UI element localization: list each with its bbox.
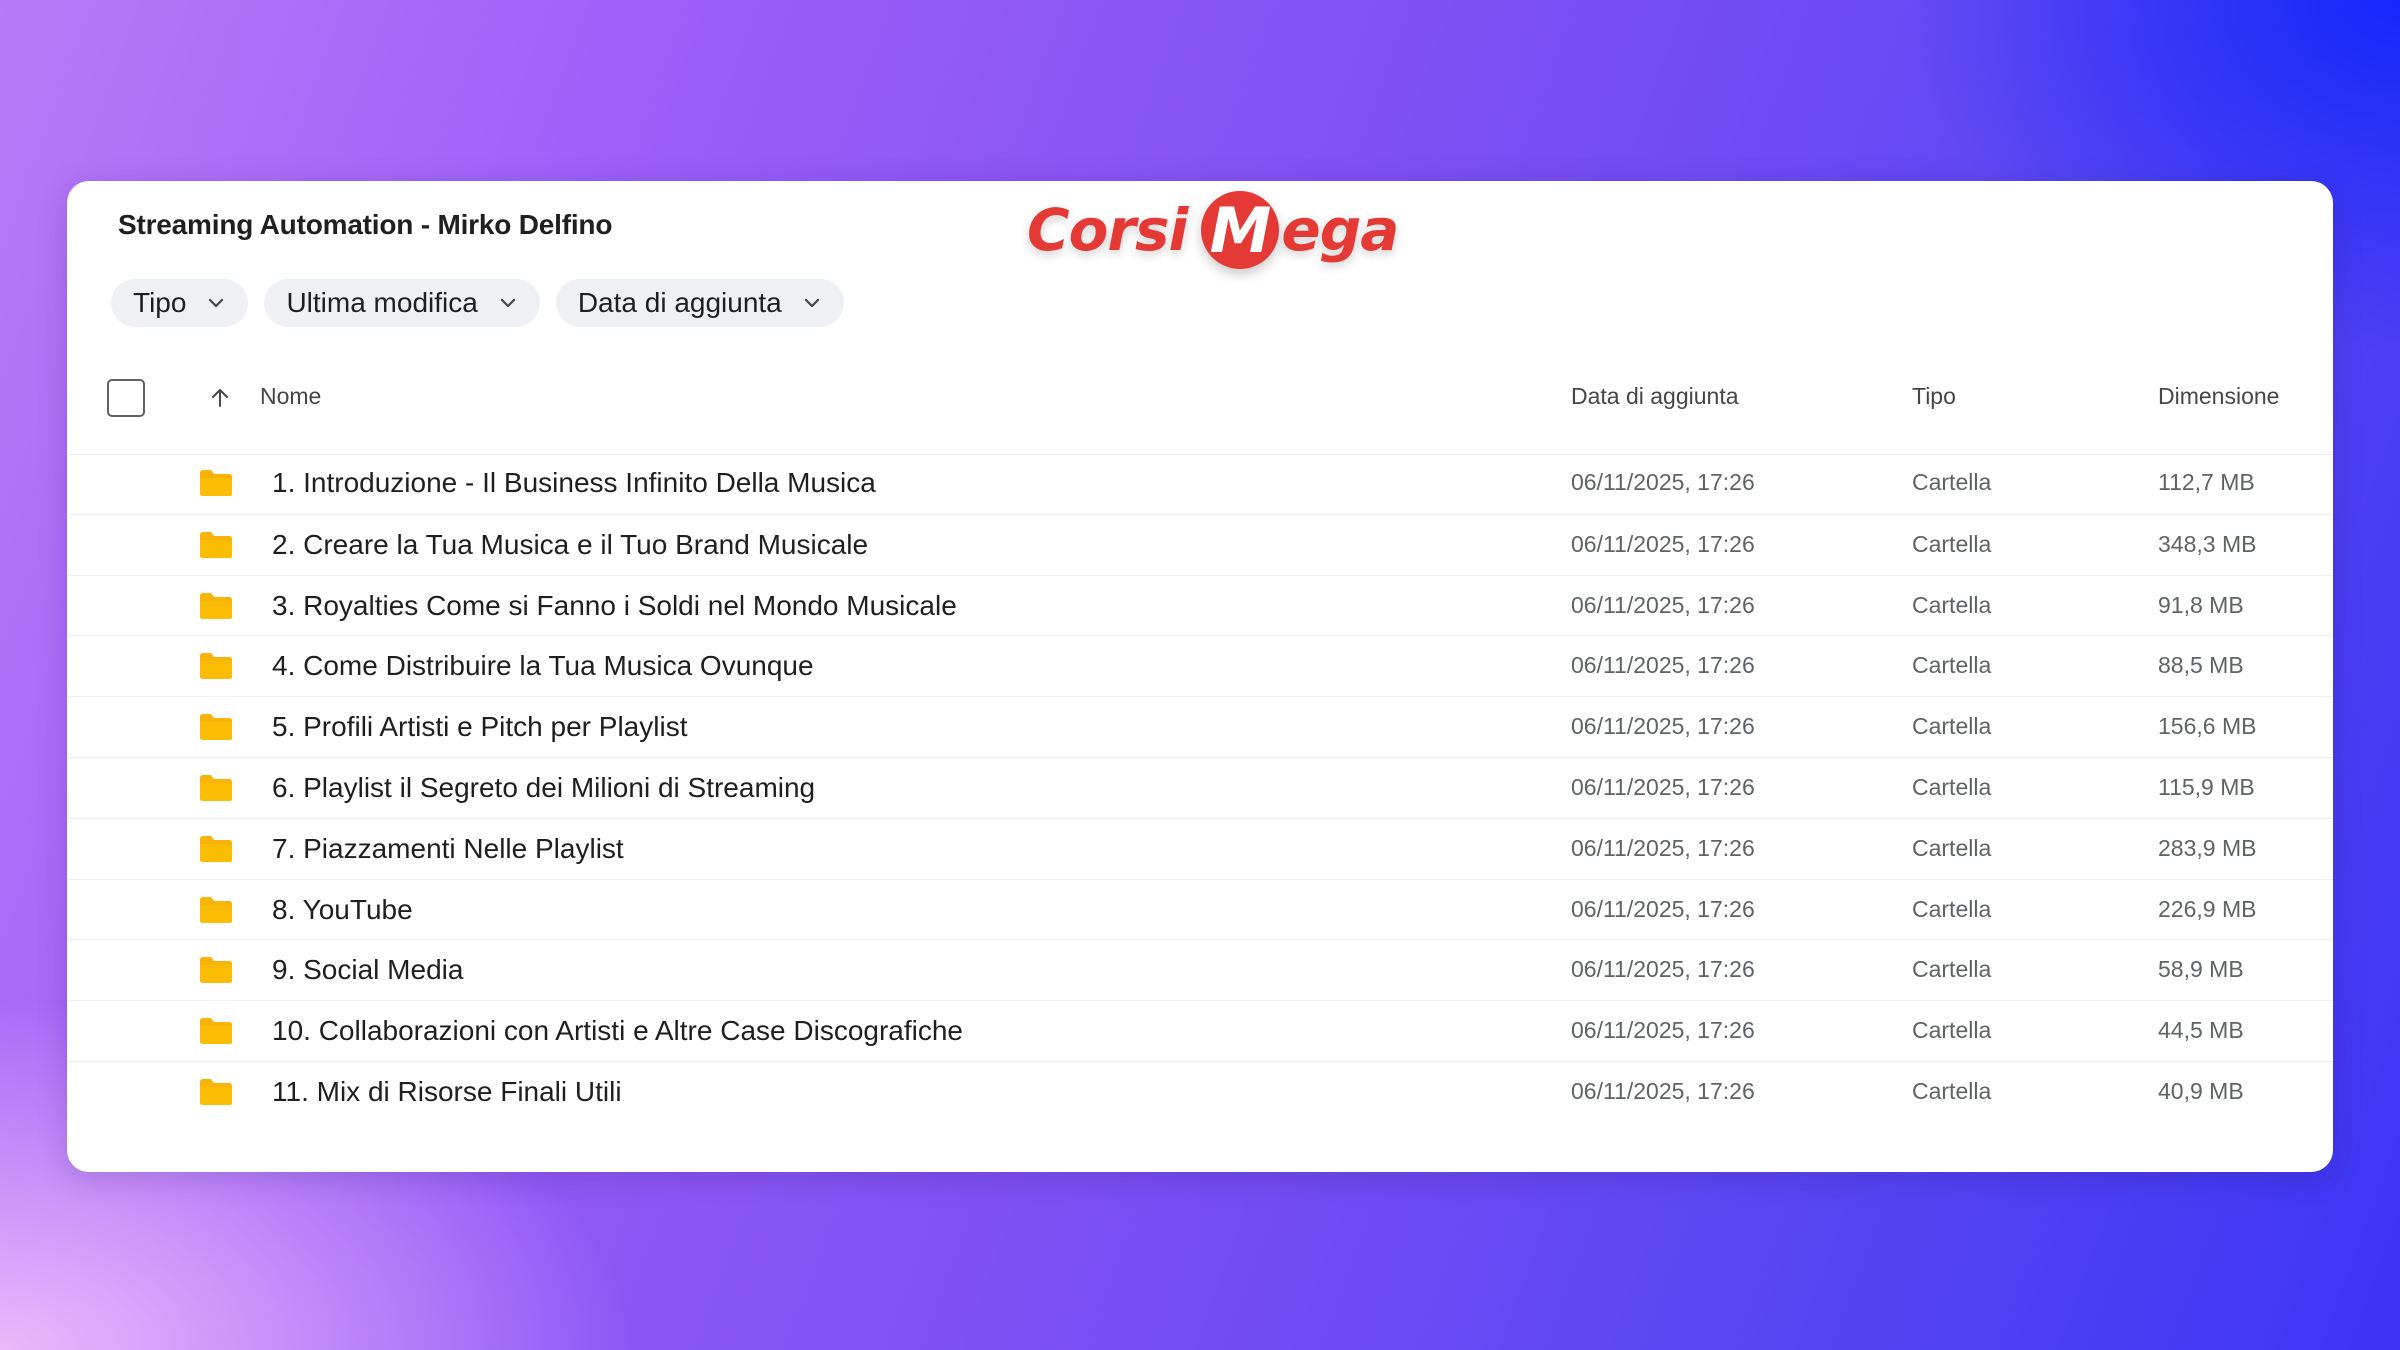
row-size: 58,9 MB — [2158, 956, 2244, 983]
folder-icon — [200, 531, 232, 558]
arrow-up-icon[interactable] — [207, 385, 233, 411]
row-size: 88,5 MB — [2158, 652, 2244, 679]
row-type: Cartella — [1912, 652, 1992, 679]
folder-icon — [200, 1078, 232, 1105]
filter-ultima-modifica-label: Ultima modifica — [286, 287, 478, 318]
row-name: 5. Profili Artisti e Pitch per Playlist — [272, 711, 688, 743]
row-name: 10. Collaborazioni con Artisti e Altre C… — [272, 1015, 964, 1047]
column-header-nome[interactable]: Nome — [260, 383, 321, 410]
row-size: 40,9 MB — [2158, 1077, 2244, 1104]
folder-icon — [200, 1018, 232, 1045]
table-row[interactable]: 4. Come Distribuire la Tua Musica Ovunqu… — [67, 635, 2333, 696]
row-size: 283,9 MB — [2158, 834, 2257, 861]
row-date-added: 06/11/2025, 17:26 — [1571, 530, 1755, 557]
row-type: Cartella — [1912, 713, 1992, 740]
column-header-data-aggiunta[interactable]: Data di aggiunta — [1571, 383, 1739, 410]
row-type: Cartella — [1912, 469, 1992, 495]
logo-word-corsi: Corsi — [1027, 196, 1188, 264]
row-size: 226,9 MB — [2158, 895, 2257, 922]
row-date-added: 06/11/2025, 17:26 — [1571, 834, 1755, 861]
folder-icon — [200, 835, 232, 862]
folder-icon — [200, 774, 232, 801]
folder-icon — [200, 896, 232, 923]
row-name: 4. Come Distribuire la Tua Musica Ovunqu… — [272, 650, 814, 682]
row-date-added: 06/11/2025, 17:26 — [1571, 591, 1755, 618]
table-row[interactable]: 7. Piazzamenti Nelle Playlist 06/11/2025… — [67, 817, 2333, 879]
row-date-added: 06/11/2025, 17:26 — [1571, 652, 1755, 679]
folder-icon — [200, 714, 232, 741]
row-size: 348,3 MB — [2158, 530, 2257, 557]
file-browser-window: Streaming Automation - Mirko Delfino Cor… — [67, 181, 2333, 1172]
filter-tipo-label: Tipo — [133, 287, 187, 318]
row-name: 9. Social Media — [272, 954, 464, 986]
row-date-added: 06/11/2025, 17:26 — [1571, 469, 1755, 495]
column-header-tipo[interactable]: Tipo — [1912, 383, 1956, 410]
folder-icon — [200, 957, 232, 984]
table-row[interactable]: 6. Playlist il Segreto dei Milioni di St… — [67, 756, 2333, 818]
page-title: Streaming Automation - Mirko Delfino — [118, 209, 613, 240]
row-name: 6. Playlist il Segreto dei Milioni di St… — [272, 771, 816, 803]
row-size: 112,7 MB — [2158, 469, 2255, 495]
row-name: 1. Introduzione - Il Business Infinito D… — [272, 467, 876, 498]
table-row[interactable]: 1. Introduzione - Il Business Infinito D… — [67, 453, 2333, 514]
row-date-added: 06/11/2025, 17:26 — [1571, 956, 1755, 983]
folder-icon — [200, 592, 232, 619]
table-row[interactable]: 5. Profili Artisti e Pitch per Playlist … — [67, 696, 2333, 757]
row-name: 11. Mix di Risorse Finali Utili — [272, 1075, 622, 1107]
file-list: 1. Introduzione - Il Business Infinito D… — [67, 453, 2333, 1122]
row-date-added: 06/11/2025, 17:26 — [1571, 713, 1755, 740]
row-date-added: 06/11/2025, 17:26 — [1571, 895, 1755, 922]
table-row[interactable]: 3. Royalties Come si Fanno i Soldi nel M… — [67, 574, 2333, 636]
row-date-added: 06/11/2025, 17:26 — [1571, 773, 1755, 800]
logo-word-ega: ega — [1281, 196, 1399, 264]
row-type: Cartella — [1912, 591, 1992, 618]
column-header-dimensione[interactable]: Dimensione — [2158, 383, 2279, 410]
logo-m-badge: M — [1201, 191, 1280, 269]
table-row[interactable]: 2. Creare la Tua Musica e il Tuo Brand M… — [67, 513, 2333, 575]
row-size: 91,8 MB — [2158, 591, 2244, 618]
chevron-down-icon — [209, 298, 224, 308]
folder-icon — [200, 653, 232, 680]
chevron-down-icon — [804, 298, 819, 308]
filter-data-aggiunta-button[interactable]: Data di aggiunta — [555, 279, 844, 327]
filter-bar: Tipo Ultima modifica Data di aggiunta — [111, 279, 844, 327]
corsi-mega-logo: Corsi M ega — [1027, 185, 1399, 275]
filter-ultima-modifica-button[interactable]: Ultima modifica — [264, 279, 540, 327]
filter-data-aggiunta-label: Data di aggiunta — [577, 287, 782, 318]
row-date-added: 06/11/2025, 17:26 — [1571, 1017, 1755, 1044]
row-type: Cartella — [1912, 956, 1992, 983]
chevron-down-icon — [500, 298, 515, 308]
table-row[interactable]: 10. Collaborazioni con Artisti e Altre C… — [67, 1000, 2333, 1061]
table-row[interactable]: 9. Social Media 06/11/2025, 17:26 Cartel… — [67, 939, 2333, 1000]
row-type: Cartella — [1912, 1017, 1992, 1044]
row-name: 3. Royalties Come si Fanno i Soldi nel M… — [272, 589, 957, 621]
row-date-added: 06/11/2025, 17:26 — [1571, 1077, 1755, 1104]
row-name: 2. Creare la Tua Musica e il Tuo Brand M… — [272, 528, 869, 560]
row-name: 7. Piazzamenti Nelle Playlist — [272, 832, 624, 864]
table-row[interactable]: 11. Mix di Risorse Finali Utili 06/11/20… — [67, 1060, 2333, 1122]
row-size: 156,6 MB — [2158, 713, 2257, 740]
row-type: Cartella — [1912, 530, 1992, 557]
row-type: Cartella — [1912, 895, 1992, 922]
select-all-checkbox[interactable] — [107, 379, 145, 417]
row-size: 44,5 MB — [2158, 1017, 2244, 1044]
table-header: Nome Data di aggiunta Tipo Dimensione — [67, 379, 2333, 437]
row-type: Cartella — [1912, 834, 1992, 861]
filter-tipo-button[interactable]: Tipo — [111, 279, 249, 327]
folder-icon — [200, 470, 232, 496]
row-name: 8. YouTube — [272, 893, 413, 925]
row-size: 115,9 MB — [2158, 773, 2255, 800]
row-type: Cartella — [1912, 1077, 1992, 1104]
row-type: Cartella — [1912, 773, 1992, 800]
table-row[interactable]: 8. YouTube 06/11/2025, 17:26 Cartella 22… — [67, 878, 2333, 940]
